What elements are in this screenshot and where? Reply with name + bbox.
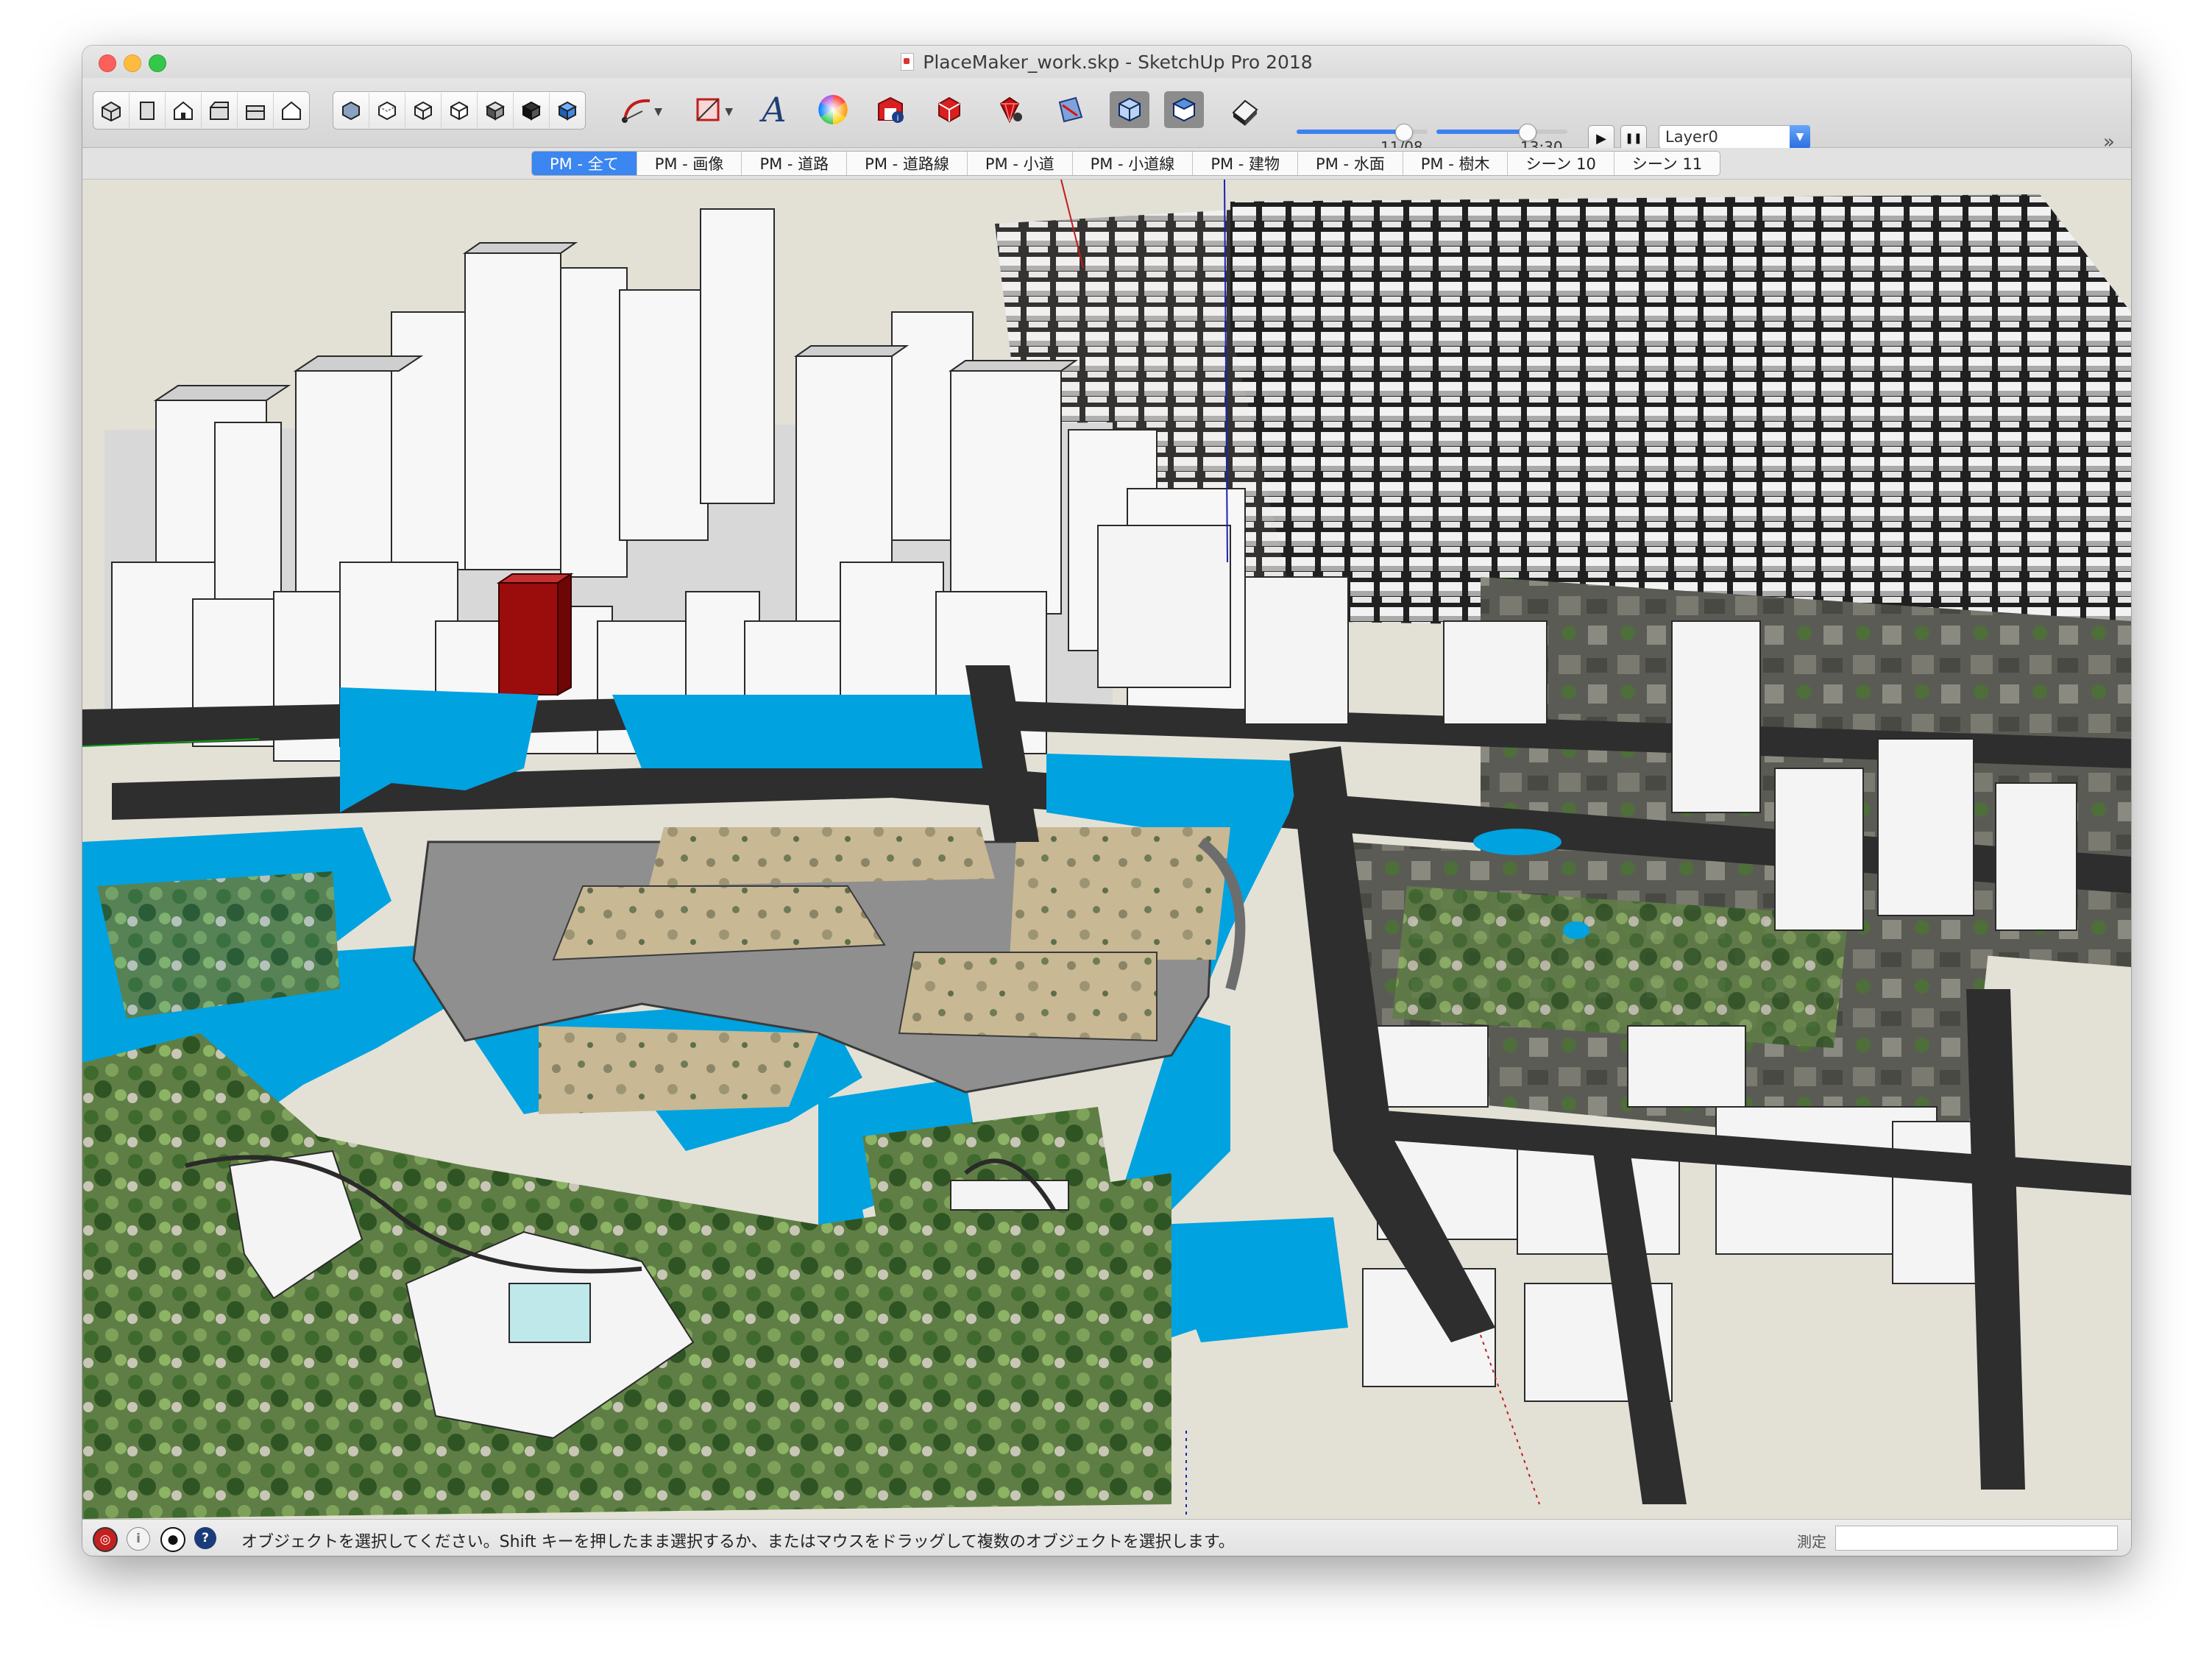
placemaker-cube-icon — [1171, 97, 1197, 122]
layer-select-value: Layer0 — [1665, 128, 1718, 146]
arc-tool-icon — [622, 99, 651, 123]
monochrome-style-icon — [557, 101, 578, 121]
document-icon — [901, 53, 915, 71]
back-edges-style-icon — [378, 101, 396, 121]
shaded-style-icon — [485, 101, 506, 121]
chevron-down-icon: ▼ — [654, 106, 662, 118]
scene-tab-10[interactable]: シーン 10 — [1508, 152, 1614, 175]
chevron-down-icon: ▼ — [725, 106, 733, 118]
app-window: PlaceMaker_work.skp - SketchUp Pro 2018 — [82, 46, 2131, 1556]
hidden-line-style-icon — [450, 101, 468, 121]
scene-tab-5[interactable]: PM - 小道 — [968, 152, 1073, 175]
right-view-button[interactable] — [202, 93, 238, 128]
front-view-icon — [174, 101, 193, 120]
placemaker-icon — [1058, 96, 1083, 123]
eraser-icon — [1232, 99, 1258, 126]
arc-tool-button[interactable]: ▼ — [617, 91, 662, 128]
scene-tab-11[interactable]: シーン 11 — [1614, 152, 1720, 175]
materials-button[interactable] — [812, 91, 854, 128]
hidden-line-style-button[interactable] — [442, 93, 478, 128]
shadow-time-slider[interactable] — [1436, 124, 1567, 141]
main-toolbar: ▼ ▼ A i 11/08 13:30 ▶ ❚❚ Layer0 ▼ » — [82, 78, 2131, 156]
svg-text:i: i — [896, 113, 898, 123]
measurements-field[interactable] — [1835, 1526, 2118, 1551]
iso-view-button[interactable] — [93, 93, 130, 128]
extension-manager-button[interactable] — [989, 91, 1030, 128]
xray-style-button[interactable] — [333, 93, 369, 128]
scene-tab-9[interactable]: PM - 樹木 — [1403, 152, 1509, 175]
scene-tabs: PM - 全て PM - 画像 PM - 道路 PM - 道路線 PM - 小道 PM -… — [531, 151, 1721, 176]
left-view-button[interactable] — [274, 93, 309, 128]
shaded-textures-style-button[interactable] — [514, 93, 550, 128]
section-plane-tool-button[interactable]: ▼ — [687, 91, 733, 128]
iso-view-icon — [102, 101, 121, 122]
color-wheel-icon — [818, 95, 848, 124]
shadow-time-slider-fill — [1436, 130, 1526, 134]
shadow-date-slider-fill — [1297, 130, 1403, 134]
section-plane-icon — [696, 98, 720, 121]
layer-select[interactable]: Layer0 ▼ — [1659, 125, 1810, 149]
styles-toolbar — [333, 91, 586, 130]
top-view-icon — [140, 102, 155, 120]
play-icon: ▶ — [1596, 130, 1606, 146]
measurements-label: 測定 — [1797, 1533, 1826, 1551]
city-model-drawing — [82, 180, 2131, 1519]
geo-location-icon[interactable]: ◎ — [93, 1527, 118, 1552]
scene-tab-2[interactable]: PM - 画像 — [637, 152, 742, 175]
front-view-button[interactable] — [166, 93, 202, 128]
top-view-button[interactable] — [130, 93, 166, 128]
scene-tab-1[interactable]: PM - 全て — [532, 152, 637, 175]
placemaker-import-icon — [1119, 97, 1141, 122]
3d-model-viewport[interactable] — [82, 180, 2131, 1519]
eraser-tool-button[interactable] — [1224, 91, 1266, 128]
3d-warehouse-button[interactable]: i — [870, 91, 911, 128]
wireframe-style-icon — [414, 101, 432, 121]
chevron-down-icon: ▼ — [1790, 125, 1810, 149]
scene-tab-6[interactable]: PM - 小道線 — [1073, 152, 1194, 175]
scene-tab-3[interactable]: PM - 道路 — [742, 152, 848, 175]
back-view-button[interactable] — [238, 93, 274, 128]
shadow-date-slider[interactable] — [1297, 124, 1428, 141]
placemaker-import-button[interactable] — [1110, 91, 1149, 128]
window-title: PlaceMaker_work.skp - SketchUp Pro 2018 — [923, 51, 1313, 73]
left-view-icon — [282, 101, 301, 120]
scene-tab-bar: PM - 全て PM - 画像 PM - 道路 PM - 道路線 PM - 小道 PM -… — [82, 148, 2131, 180]
warehouse-icon: i — [878, 96, 904, 123]
extension-warehouse-icon — [938, 96, 960, 123]
pause-icon: ❚❚ — [1625, 132, 1642, 144]
highlighted-building — [496, 573, 574, 696]
monochrome-style-button[interactable] — [550, 93, 585, 128]
placemaker-button[interactable] — [1049, 91, 1091, 128]
back-view-icon — [246, 105, 265, 120]
text-tool-button[interactable]: A — [754, 90, 795, 130]
shaded-textures-style-icon — [521, 101, 542, 121]
user-account-icon[interactable]: ● — [160, 1527, 185, 1552]
scene-tab-8[interactable]: PM - 水面 — [1298, 152, 1403, 175]
title-wrap: PlaceMaker_work.skp - SketchUp Pro 2018 — [82, 46, 2131, 78]
help-icon[interactable]: ? — [194, 1527, 216, 1549]
placemaker-settings-button[interactable] — [1164, 91, 1204, 128]
scene-tab-7[interactable]: PM - 建物 — [1193, 152, 1299, 175]
status-bar: ◎ i ● ? オブジェクトを選択してください。Shift キーを押したまま選択… — [82, 1519, 2131, 1556]
wireframe-style-button[interactable] — [405, 93, 442, 128]
views-toolbar — [93, 91, 310, 130]
back-edges-style-button[interactable] — [369, 93, 405, 128]
xray-style-icon — [342, 101, 360, 121]
ruby-gem-icon — [999, 96, 1022, 124]
right-view-icon — [210, 102, 229, 120]
scene-tab-4[interactable]: PM - 道路線 — [847, 152, 968, 175]
extension-warehouse-button[interactable] — [929, 91, 970, 128]
shaded-style-button[interactable] — [478, 93, 514, 128]
title-bar: PlaceMaker_work.skp - SketchUp Pro 2018 — [82, 46, 2131, 78]
text-tool-icon: A — [762, 90, 787, 130]
credits-icon[interactable]: i — [127, 1527, 150, 1551]
status-message: オブジェクトを選択してください。Shift キーを押したまま選択するか、またはマ… — [241, 1533, 1235, 1551]
